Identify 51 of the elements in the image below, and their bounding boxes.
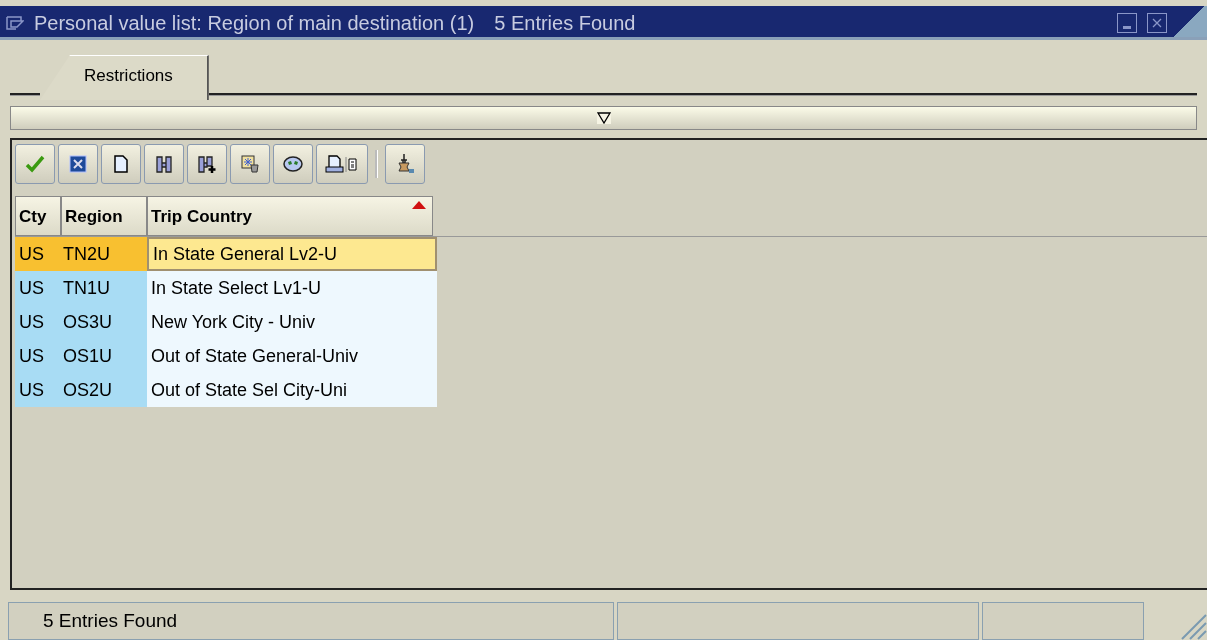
binoculars-icon [154, 154, 174, 174]
table-cell[interactable]: New York City - Univ [147, 305, 437, 339]
collapse-bar[interactable] [10, 106, 1197, 130]
tab[interactable]: Restrictions [40, 55, 209, 100]
document-icon [111, 154, 131, 174]
column-header[interactable]: Trip Country [147, 196, 433, 236]
close-icon [1152, 18, 1162, 28]
table-cell-text: US [18, 379, 45, 402]
window-subtitle: 5 Entries Found [494, 11, 636, 35]
column-header[interactable]: Region [61, 196, 147, 236]
printer-icon [325, 154, 359, 174]
globe-icon [282, 154, 304, 174]
row-key[interactable]: US OS1U [15, 339, 147, 373]
row-key[interactable]: US TN1U [15, 271, 147, 305]
table-cell-text: US [18, 277, 45, 300]
check-button[interactable] [15, 144, 55, 184]
globe-button[interactable] [273, 144, 313, 184]
check-icon [25, 154, 45, 174]
row-key[interactable]: US OS2U [15, 373, 147, 407]
table-cell-text: US [18, 345, 45, 368]
table-cell[interactable]: Out of State General-Univ [147, 339, 437, 373]
table-cell[interactable]: In State General Lv2-U [147, 237, 437, 271]
sparkle-trash-icon [240, 154, 260, 174]
row-key[interactable]: US OS3U [15, 305, 147, 339]
find-button[interactable] [144, 144, 184, 184]
window-icon [6, 15, 24, 31]
print-button[interactable] [316, 144, 368, 184]
cancel-icon [68, 154, 88, 174]
window-title: Personal value list: Region of main destination (1) [34, 11, 475, 35]
close-button[interactable] [1147, 13, 1167, 33]
minimize-icon [1123, 25, 1131, 29]
selected-row-key[interactable]: US TN2U [15, 237, 147, 271]
status-message: 5 Entries Found [8, 602, 614, 640]
table-cell-text: OS1U [62, 345, 114, 368]
table-cell-text: TN1U [62, 277, 111, 300]
table-cell[interactable]: Out of State Sel City-Uni [147, 373, 437, 407]
table-cell-text: US [18, 243, 45, 266]
find-next-button[interactable] [187, 144, 227, 184]
column-header[interactable]: Cty [15, 196, 61, 236]
collapse-icon [596, 112, 611, 124]
minimize-button[interactable] [1117, 13, 1137, 33]
table-cell-text: TN2U [62, 243, 111, 266]
settings-button[interactable] [230, 144, 270, 184]
table-cell[interactable]: In State Select Lv1-U [147, 271, 437, 305]
new-button[interactable] [101, 144, 141, 184]
lamp-button[interactable] [385, 144, 425, 184]
table-cell-text: OS3U [62, 311, 114, 334]
table-cell-text: US [18, 311, 45, 334]
cancel-button[interactable] [58, 144, 98, 184]
binoculars-plus-icon [197, 154, 217, 174]
table-cell-text: OS2U [62, 379, 114, 402]
